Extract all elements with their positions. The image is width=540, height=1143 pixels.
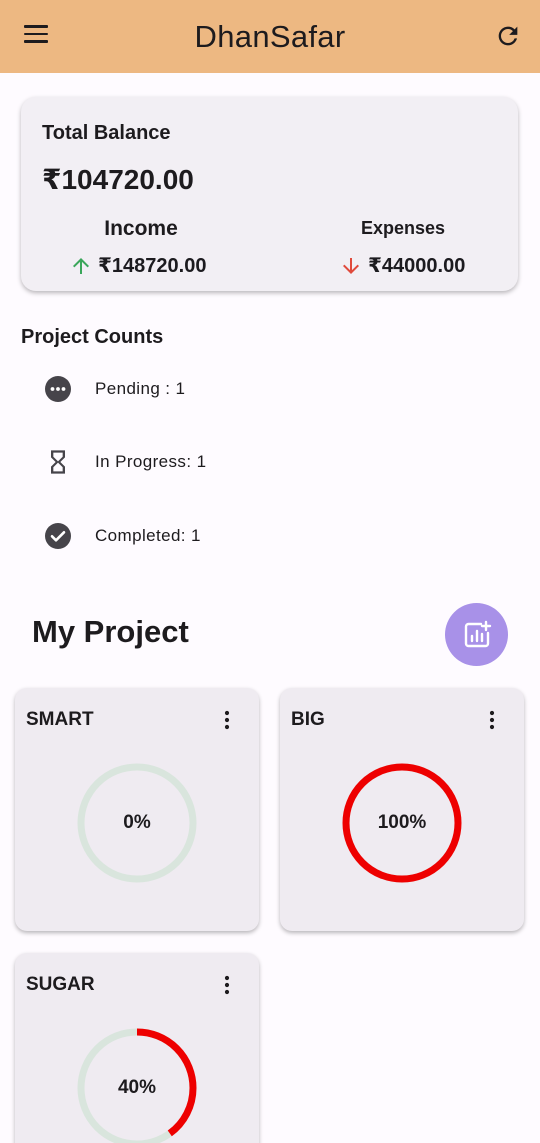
total-balance-label: Total Balance: [42, 122, 171, 144]
project-name: SMART: [26, 709, 94, 730]
check-circle-icon: [44, 522, 72, 550]
add-chart-button[interactable]: [445, 603, 508, 666]
menu-icon[interactable]: [24, 25, 48, 47]
more-vert-icon[interactable]: [215, 973, 239, 997]
balance-card: Total Balance ₹104720.00 Income Expenses…: [21, 97, 518, 291]
refresh-icon[interactable]: [494, 22, 522, 50]
count-row-pending: Pending : 1: [44, 375, 185, 403]
app-bar: DhanSafar: [0, 0, 540, 73]
project-card-sugar[interactable]: SUGAR 40%: [15, 953, 259, 1143]
arrow-down-icon: [343, 257, 359, 274]
more-vert-icon[interactable]: [215, 708, 239, 732]
project-card-big[interactable]: BIG 100%: [280, 688, 524, 931]
project-name: BIG: [291, 709, 325, 730]
expenses-amount: ₹44000.00: [368, 255, 466, 277]
more-horiz-circle-icon: [44, 375, 72, 403]
progress-label: 0%: [123, 812, 151, 833]
expenses-label: Expenses: [360, 218, 446, 238]
count-row-in-progress: In Progress: 1: [44, 448, 206, 476]
income-amount: ₹148720.00: [98, 255, 207, 277]
more-vert-icon[interactable]: [480, 708, 504, 732]
my-project-heading: My Project: [32, 614, 189, 649]
count-row-completed: Completed: 1: [44, 522, 201, 550]
progress-label: 100%: [377, 812, 427, 833]
pending-count-label: Pending : 1: [95, 379, 186, 398]
project-counts-heading: Project Counts: [21, 326, 164, 348]
add-chart-icon: [464, 620, 491, 647]
project-card-smart[interactable]: SMART 0%: [15, 688, 259, 931]
income-label: Income: [104, 217, 178, 240]
hourglass-icon: [44, 448, 72, 476]
total-balance-amount: ₹104720.00: [42, 164, 194, 195]
expenses-row: ₹44000.00: [339, 253, 465, 278]
income-row: ₹148720.00: [69, 253, 206, 278]
project-name: SUGAR: [26, 974, 95, 995]
progress-label: 40%: [117, 1077, 157, 1098]
arrow-up-icon: [73, 257, 89, 274]
completed-count-label: Completed: 1: [95, 526, 201, 545]
in-progress-count-label: In Progress: 1: [95, 452, 207, 471]
app-root: DhanSafar Total Balance ₹104720.00 Incom…: [0, 0, 540, 1143]
app-title: DhanSafar: [194, 18, 346, 54]
